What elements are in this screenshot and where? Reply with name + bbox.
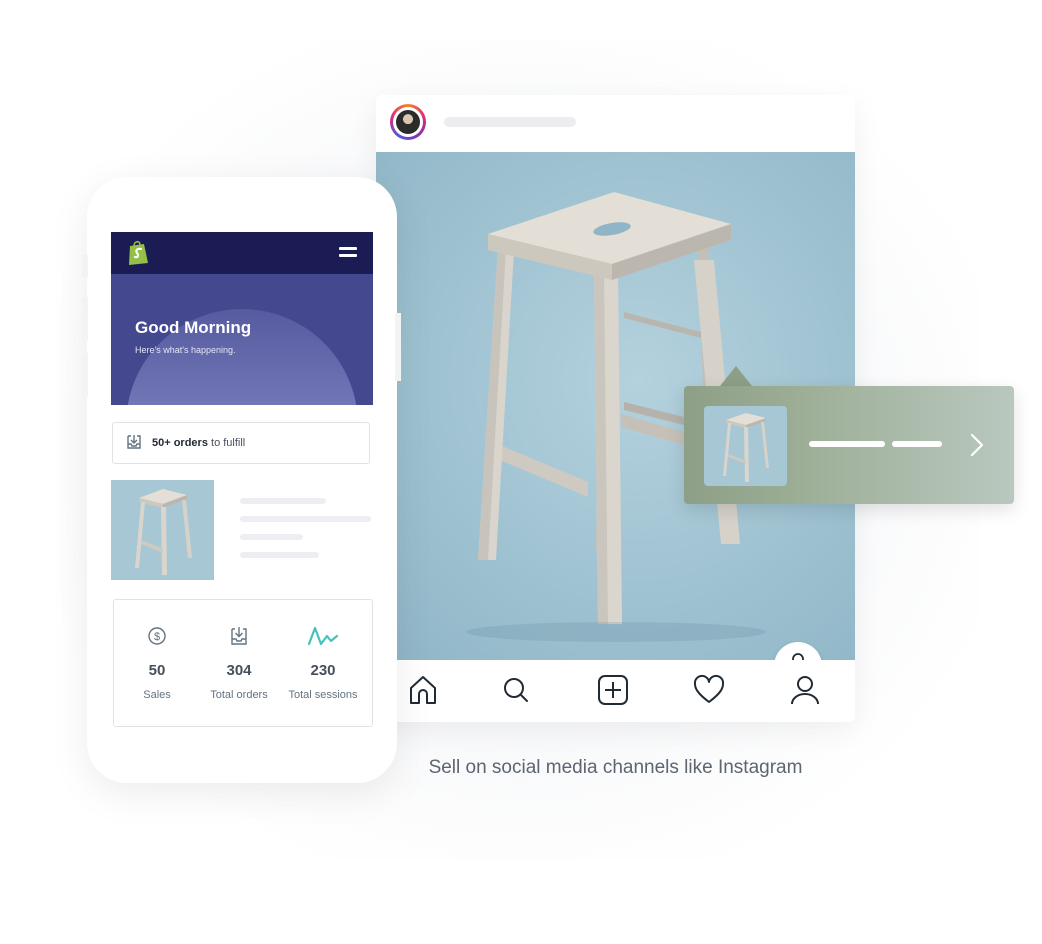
- inbox-download-icon: [127, 435, 141, 449]
- dollar-circle-icon: $: [148, 627, 166, 645]
- caption-text: Sell on social media channels like Insta…: [428, 757, 803, 778]
- shopify-logo-icon: [129, 240, 148, 265]
- popup-price-placeholder: [892, 441, 942, 447]
- chevron-right-icon[interactable]: [968, 432, 986, 458]
- stat-value: 50: [148, 662, 166, 679]
- greeting-banner: Good Morning Here's what's happening.: [111, 274, 373, 405]
- stat-label: Total orders: [210, 689, 268, 701]
- product-tag-popup[interactable]: [684, 386, 1014, 504]
- orders-count: 50+ orders: [152, 437, 208, 449]
- orders-text: 50+ orders to fulfill: [152, 437, 245, 449]
- instagram-bottom-nav: [376, 660, 855, 722]
- home-icon[interactable]: [407, 674, 439, 706]
- search-icon[interactable]: [500, 674, 532, 706]
- sparkline-icon: [307, 626, 339, 646]
- greeting-subtitle: Here's what's happening.: [135, 345, 236, 355]
- phone-side-button: [82, 297, 88, 341]
- text-placeholder: [240, 516, 371, 522]
- phone-mockup: Good Morning Here's what's happening. 50…: [82, 177, 401, 783]
- inbox-download-icon: [231, 627, 247, 645]
- stats-card: $ 50 Sales 304 Total orders 230 Total se…: [113, 599, 373, 727]
- profile-avatar[interactable]: [390, 104, 426, 140]
- post-header: [376, 95, 855, 152]
- text-placeholder: [240, 552, 319, 558]
- phone-side-button: [82, 255, 88, 277]
- orders-suffix: to fulfill: [207, 437, 246, 449]
- app-header: [111, 232, 373, 274]
- orders-to-fulfill-card[interactable]: 50+ orders to fulfill: [112, 422, 370, 464]
- svg-text:$: $: [154, 631, 160, 643]
- hamburger-menu-icon[interactable]: [339, 247, 357, 259]
- username-placeholder: [444, 117, 576, 127]
- phone-side-button: [82, 353, 88, 397]
- stat-label: Total sessions: [288, 689, 358, 701]
- profile-icon[interactable]: [789, 674, 821, 706]
- text-placeholder: [240, 498, 326, 504]
- stat-total-orders[interactable]: 304 Total orders: [196, 624, 282, 701]
- stat-value: 304: [226, 662, 252, 679]
- stat-value: 230: [310, 662, 336, 679]
- add-post-icon[interactable]: [597, 674, 629, 706]
- stat-label: Sales: [143, 689, 171, 701]
- product-image[interactable]: [111, 480, 214, 580]
- stat-total-sessions[interactable]: 230 Total sessions: [280, 624, 366, 701]
- popup-product-image: [704, 406, 787, 486]
- greeting-title: Good Morning: [135, 318, 252, 337]
- text-placeholder: [240, 534, 303, 540]
- heart-icon[interactable]: [693, 674, 725, 706]
- phone-screen: Good Morning Here's what's happening. 50…: [111, 232, 373, 732]
- popup-pointer: [720, 366, 752, 386]
- popup-title-placeholder: [809, 441, 885, 447]
- stat-sales[interactable]: $ 50 Sales: [114, 624, 200, 701]
- phone-side-button: [395, 313, 401, 381]
